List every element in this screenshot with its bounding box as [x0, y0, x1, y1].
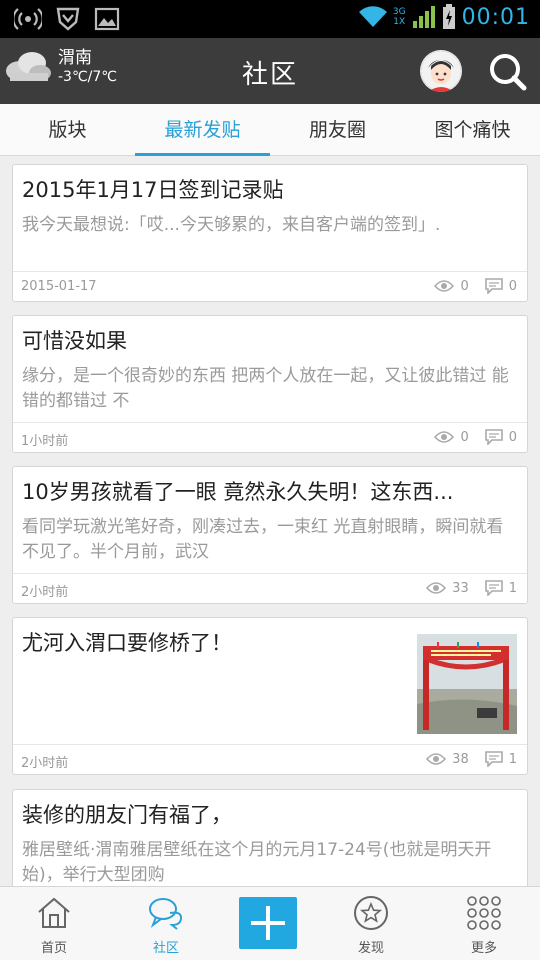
post-card[interactable]: 装修的朋友门有福了， 雅居壁纸·渭南雅居壁纸在这个月的元月17-24号(也就是明…	[12, 789, 528, 886]
tab-friends-circle[interactable]: 朋友圈	[270, 104, 405, 155]
clock: 00:01	[461, 4, 530, 30]
search-button[interactable]	[486, 50, 528, 92]
eye-icon	[426, 753, 447, 765]
tab-latest-posts[interactable]: 最新发贴	[135, 104, 270, 155]
network-type: 3G 1X	[392, 7, 406, 27]
eye-icon	[434, 431, 455, 443]
new-post-button[interactable]	[239, 897, 297, 949]
post-footer: 2015-01-17 0 0	[13, 271, 527, 301]
nav-home-label: 首页	[40, 941, 67, 956]
comment-count: 0	[508, 278, 517, 294]
post-time: 2015-01-17	[21, 279, 97, 294]
battery-icon	[442, 4, 455, 29]
post-footer: 2小时前 38 1	[13, 744, 527, 774]
status-bar: 3G 1X 00:01	[0, 0, 540, 38]
comment-icon	[484, 751, 503, 767]
chat-icon	[149, 898, 183, 930]
post-card[interactable]: 10岁男孩就看了一眼 竟然永久失明！这东西... 看同学玩激光笔好奇，刚凑过去，…	[12, 466, 528, 604]
search-icon	[490, 54, 527, 91]
avatar[interactable]	[420, 50, 462, 92]
post-excerpt: 我今天最想说:「哎...今天够累的，来自客户端的签到」.	[22, 215, 441, 235]
user-avatar-icon	[420, 50, 462, 92]
post-title[interactable]: 2015年1月17日签到记录贴	[22, 175, 515, 205]
grid-icon	[467, 896, 501, 930]
nav-more-label: 更多	[470, 941, 497, 956]
post-excerpt: 缘分，是一个很奇妙的东西 把两个人放在一起，又让彼此错过 能错的都错过 不	[22, 366, 509, 411]
post-card[interactable]: 2015年1月17日签到记录贴 我今天最想说:「哎...今天够累的，来自客户端的…	[12, 164, 528, 302]
post-excerpt: 雅居壁纸·渭南雅居壁纸在这个月的元月17-24号(也就是明天开始)，举行大型团购	[22, 840, 492, 885]
tab-sections[interactable]: 版块	[0, 104, 135, 155]
post-card[interactable]: 尤河入渭口要修桥了！ 2小时前 38 1	[12, 617, 528, 775]
weather-widget[interactable]: 渭南 -3℃/7℃	[4, 48, 117, 86]
comment-icon	[484, 429, 503, 445]
wifi-hotspot-icon	[14, 8, 42, 30]
nav-discover[interactable]: 发现	[317, 887, 425, 960]
nav-community[interactable]: 社区	[112, 887, 220, 960]
post-excerpt: 看同学玩激光笔好奇，刚凑过去，一束红 光直射眼睛，瞬间就看不见了。半个月前，武汉	[22, 517, 504, 562]
plus-icon	[251, 906, 285, 940]
nav-more[interactable]: 更多	[430, 887, 538, 960]
eye-icon	[434, 280, 455, 292]
signal-icon	[412, 6, 435, 28]
star-icon	[354, 896, 388, 930]
comment-count: 1	[508, 751, 517, 767]
post-footer: 2小时前 33 1	[13, 573, 527, 603]
nav-discover-label: 发现	[357, 941, 384, 956]
post-title[interactable]: 装修的朋友门有福了，	[22, 800, 515, 830]
wifi-icon	[358, 6, 387, 28]
post-time: 2小时前	[21, 585, 69, 600]
weather-temperature: -3℃/7℃	[58, 69, 118, 85]
post-time: 1小时前	[21, 434, 69, 449]
eye-icon	[426, 582, 447, 594]
comment-count: 0	[508, 429, 517, 445]
tab-pictures[interactable]: 图个痛快	[405, 104, 540, 155]
view-count: 0	[460, 429, 469, 445]
home-icon	[38, 897, 70, 928]
comment-icon	[484, 278, 503, 294]
post-title[interactable]: 10岁男孩就看了一眼 竟然永久失明！这东西...	[22, 477, 515, 507]
view-count: 33	[452, 580, 469, 596]
post-feed[interactable]: 2015年1月17日签到记录贴 我今天最想说:「哎...今天够累的，来自客户端的…	[0, 156, 540, 886]
nav-home[interactable]: 首页	[0, 887, 108, 960]
bridge-photo-image	[417, 634, 517, 734]
app-header: 渭南 -3℃/7℃ 社区	[0, 38, 540, 104]
bottom-navigation: 首页 社区 发现 更多	[0, 886, 540, 960]
comment-count: 1	[508, 580, 517, 596]
view-count: 38	[452, 751, 469, 767]
post-card[interactable]: 可惜没如果 缘分，是一个很奇妙的东西 把两个人放在一起，又让彼此错过 能错的都错…	[12, 315, 528, 453]
weather-city: 渭南	[58, 48, 92, 68]
post-title[interactable]: 尤河入渭口要修桥了！	[22, 628, 407, 658]
post-time: 2小时前	[21, 756, 69, 771]
post-thumbnail[interactable]	[417, 634, 517, 734]
post-footer: 1小时前 0 0	[13, 422, 527, 452]
nav-community-label: 社区	[152, 941, 179, 956]
comment-icon	[484, 580, 503, 596]
post-title[interactable]: 可惜没如果	[22, 326, 515, 356]
image-icon	[94, 7, 120, 31]
tab-bar: 版块 最新发贴 朋友圈 图个痛快	[0, 104, 540, 156]
view-count: 0	[460, 278, 469, 294]
shield-icon	[56, 7, 80, 31]
cloud-icon	[6, 52, 51, 81]
